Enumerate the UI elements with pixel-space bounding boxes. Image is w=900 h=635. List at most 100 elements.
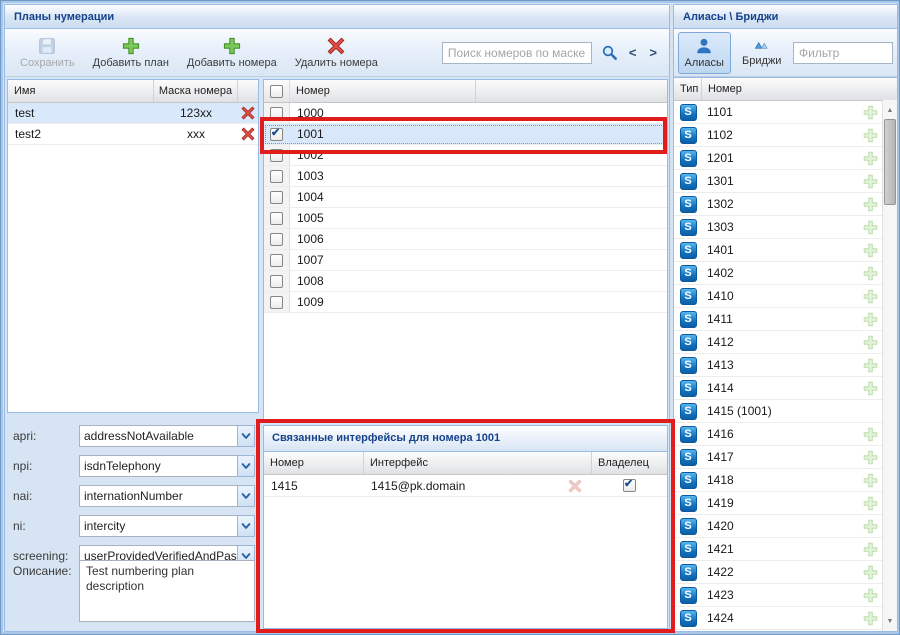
filter-input[interactable] xyxy=(793,41,893,64)
alias-row[interactable]: S 1411 xyxy=(674,308,897,331)
plan-row[interactable]: test 123xx xyxy=(8,103,258,124)
search-input[interactable] xyxy=(441,41,592,64)
add-alias-plus-icon[interactable] xyxy=(863,358,878,373)
add-alias-plus-icon[interactable] xyxy=(863,197,878,212)
alias-row[interactable]: S 1419 xyxy=(674,492,897,515)
alias-row[interactable]: S 1422 xyxy=(674,561,897,584)
plan-row[interactable]: test2 xxx xyxy=(8,124,258,145)
alias-row[interactable]: S 1421 xyxy=(674,538,897,561)
vertical-scrollbar[interactable] xyxy=(882,100,897,631)
add-alias-plus-icon[interactable] xyxy=(863,381,878,396)
add-alias-plus-icon[interactable] xyxy=(863,427,878,442)
form-field-combobox[interactable]: isdnTelephony xyxy=(79,455,255,477)
add-alias-plus-icon[interactable] xyxy=(863,473,878,488)
column-header-number[interactable]: Номер xyxy=(264,452,364,474)
delete-plan-x-icon[interactable] xyxy=(241,106,255,120)
alias-row[interactable]: S 1416 xyxy=(674,423,897,446)
alias-row[interactable]: S 1418 xyxy=(674,469,897,492)
alias-row[interactable]: S 1102 xyxy=(674,124,897,147)
search-prev-button[interactable]: < xyxy=(627,45,639,60)
add-alias-plus-icon[interactable] xyxy=(863,611,878,626)
save-button[interactable]: Сохранить xyxy=(11,35,84,71)
add-alias-plus-icon[interactable] xyxy=(863,565,878,580)
number-row-checkbox[interactable] xyxy=(270,253,283,267)
alias-row[interactable]: S 1410 xyxy=(674,285,897,308)
form-field-combobox[interactable]: internationNumber xyxy=(79,485,255,507)
alias-row[interactable]: S 1303 xyxy=(674,216,897,239)
number-row-checkbox[interactable] xyxy=(270,127,283,141)
number-row-checkbox[interactable] xyxy=(270,106,283,120)
column-header-type[interactable]: Тип xyxy=(674,78,702,100)
add-alias-plus-icon[interactable] xyxy=(863,289,878,304)
alias-row[interactable]: S 1201 xyxy=(674,147,897,170)
form-field-combobox[interactable]: addressNotAvailable xyxy=(79,425,255,447)
aliases-tab-button[interactable]: Алиасы xyxy=(678,31,731,74)
number-row[interactable]: 1005 xyxy=(264,208,667,229)
number-row[interactable]: 1004 xyxy=(264,187,667,208)
scrollbar-thumb[interactable] xyxy=(884,119,896,205)
add-alias-plus-icon[interactable] xyxy=(863,266,878,281)
delete-numbers-button[interactable]: Удалить номера xyxy=(286,35,387,71)
add-alias-plus-icon[interactable] xyxy=(863,496,878,511)
combobox-value[interactable]: addressNotAvailable xyxy=(79,425,237,447)
alias-row[interactable]: S 1101 xyxy=(674,101,897,124)
alias-row[interactable]: S 1302 xyxy=(674,193,897,216)
bridges-tab-button[interactable]: Бриджи xyxy=(736,32,789,74)
number-row-checkbox[interactable] xyxy=(270,232,283,246)
add-alias-plus-icon[interactable] xyxy=(863,105,878,120)
alias-row[interactable]: S 1301 xyxy=(674,170,897,193)
alias-row[interactable]: S 1423 xyxy=(674,584,897,607)
add-alias-plus-icon[interactable] xyxy=(863,588,878,603)
add-plan-button[interactable]: Добавить план xyxy=(84,35,178,71)
column-header-mask[interactable]: Маска номера xyxy=(154,80,238,102)
alias-row[interactable]: S 1414 xyxy=(674,377,897,400)
number-row[interactable]: 1003 xyxy=(264,166,667,187)
description-textarea[interactable]: Test numbering plan description xyxy=(79,560,255,622)
combobox-trigger[interactable] xyxy=(237,425,255,447)
add-alias-plus-icon[interactable] xyxy=(863,450,878,465)
column-header-name[interactable]: Имя xyxy=(8,80,154,102)
combobox-value[interactable]: isdnTelephony xyxy=(79,455,237,477)
column-header-number[interactable]: Номер xyxy=(290,80,476,102)
scroll-down-arrow-icon[interactable] xyxy=(883,613,897,629)
column-header-owner[interactable]: Владелец xyxy=(592,452,667,474)
add-alias-plus-icon[interactable] xyxy=(863,542,878,557)
alias-row[interactable]: S 1424 xyxy=(674,607,897,630)
magnifier-icon[interactable] xyxy=(601,44,618,61)
alias-row[interactable]: S 1420 xyxy=(674,515,897,538)
alias-row[interactable]: S 1413 xyxy=(674,354,897,377)
unlink-x-icon[interactable] xyxy=(568,479,582,493)
number-row-checkbox[interactable] xyxy=(270,295,283,309)
add-alias-plus-icon[interactable] xyxy=(863,128,878,143)
alias-row[interactable]: S 1417 xyxy=(674,446,897,469)
alias-row[interactable]: S 1401 xyxy=(674,239,897,262)
number-row-checkbox[interactable] xyxy=(270,211,283,225)
alias-row[interactable]: S 1412 xyxy=(674,331,897,354)
number-row-checkbox[interactable] xyxy=(270,190,283,204)
add-alias-plus-icon[interactable] xyxy=(863,312,878,327)
number-row-checkbox[interactable] xyxy=(270,169,283,183)
column-header-interface[interactable]: Интерфейс xyxy=(364,452,592,474)
combobox-trigger[interactable] xyxy=(237,455,255,477)
number-row[interactable]: 1007 xyxy=(264,250,667,271)
delete-plan-x-icon[interactable] xyxy=(241,127,255,141)
add-alias-plus-icon[interactable] xyxy=(863,243,878,258)
add-alias-plus-icon[interactable] xyxy=(863,519,878,534)
number-row[interactable]: 1006 xyxy=(264,229,667,250)
number-row[interactable]: 1000 xyxy=(264,103,667,124)
add-alias-plus-icon[interactable] xyxy=(863,220,878,235)
number-row-checkbox[interactable] xyxy=(270,148,283,162)
owner-checkbox[interactable] xyxy=(623,478,636,492)
scroll-up-arrow-icon[interactable] xyxy=(883,102,897,118)
add-alias-plus-icon[interactable] xyxy=(863,151,878,166)
combobox-trigger[interactable] xyxy=(237,485,255,507)
search-next-button[interactable]: > xyxy=(647,45,659,60)
add-numbers-button[interactable]: Добавить номера xyxy=(178,35,286,71)
form-field-combobox[interactable]: intercity xyxy=(79,515,255,537)
number-row[interactable]: 1009 xyxy=(264,292,667,313)
add-alias-plus-icon[interactable] xyxy=(863,174,878,189)
column-header-number[interactable]: Номер xyxy=(702,78,897,100)
add-alias-plus-icon[interactable] xyxy=(863,335,878,350)
number-row[interactable]: 1008 xyxy=(264,271,667,292)
alias-row[interactable]: S 1415 (1001) xyxy=(674,400,897,423)
